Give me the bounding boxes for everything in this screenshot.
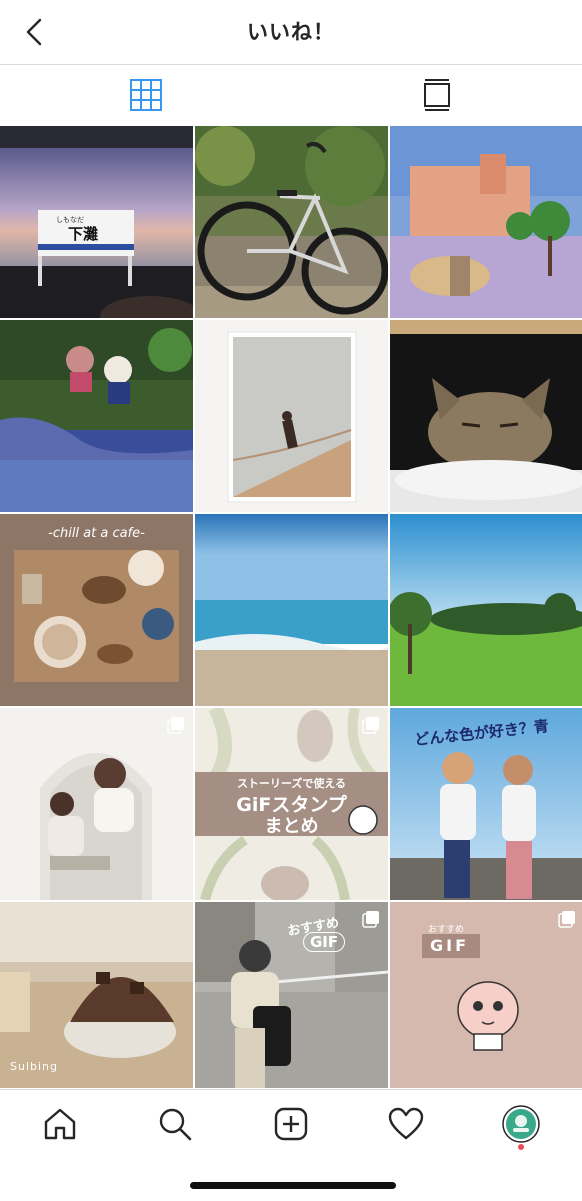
gif-card-line1: ストーリーズで使える [236, 777, 347, 790]
view-tabs [0, 65, 582, 125]
nav-create[interactable] [271, 1104, 311, 1144]
painting-photo [390, 126, 582, 318]
liked-posts-grid: しもなだ 下灘 -chill at a cafe- ストーリーズで使える GiF… [0, 126, 582, 1088]
multiple-photos-icon [558, 911, 575, 928]
dessert-caption: Sulbing [10, 1060, 59, 1073]
post-thumbnail[interactable]: しもなだ 下灘 [0, 126, 193, 318]
post-thumbnail[interactable] [195, 514, 388, 706]
nav-profile[interactable] [501, 1104, 541, 1144]
post-thumbnail[interactable]: おすすめ GIF [195, 902, 388, 1088]
post-thumbnail[interactable] [0, 708, 193, 900]
home-indicator [190, 1182, 396, 1189]
home-icon [44, 1108, 76, 1140]
page-title: いいね！ [247, 20, 335, 44]
cat-photo [390, 320, 582, 512]
post-thumbnail[interactable]: どんな色が好き？青 [390, 708, 582, 900]
badge-bottom-text: GIF [303, 932, 346, 952]
grid-icon [129, 79, 162, 111]
multiple-photos-icon [362, 911, 379, 928]
add-post-icon [274, 1107, 308, 1141]
park-photo [390, 514, 582, 706]
post-thumbnail[interactable]: Sulbing [0, 902, 193, 1088]
post-thumbnail[interactable] [390, 126, 582, 318]
post-thumbnail[interactable] [390, 320, 582, 512]
station-name: 下灘 [68, 225, 99, 243]
profile-avatar-icon [502, 1105, 540, 1143]
post-thumbnail[interactable] [0, 320, 193, 512]
arch-photo [0, 708, 193, 900]
tab-grid-view[interactable] [0, 65, 291, 125]
nav-search[interactable] [155, 1104, 195, 1144]
multiple-photos-icon [362, 717, 379, 734]
cafe-collage-photo [0, 514, 193, 706]
post-thumbnail[interactable]: -chill at a cafe- [0, 514, 193, 706]
peach-sticker-card [390, 902, 582, 1088]
cafe-caption: -chill at a cafe- [48, 526, 145, 541]
nav-home[interactable] [40, 1104, 80, 1144]
peach-card-big: GIF [430, 936, 470, 955]
tab-feed-view[interactable] [291, 65, 582, 125]
notification-dot [518, 1144, 524, 1150]
post-thumbnail[interactable] [195, 320, 388, 512]
post-thumbnail[interactable] [390, 514, 582, 706]
game-screenshot [0, 320, 193, 512]
multiple-photos-icon [167, 717, 184, 734]
bicycle-photo [195, 126, 388, 318]
post-thumbnail[interactable]: おすすめ GIF [390, 902, 582, 1088]
post-thumbnail[interactable] [195, 126, 388, 318]
polaroid-photo [195, 320, 388, 512]
nav-activity[interactable] [386, 1104, 426, 1144]
search-icon [159, 1108, 192, 1141]
heart-icon [388, 1107, 424, 1140]
gif-card-line3: まとめ [264, 816, 319, 837]
beach-photo [195, 514, 388, 706]
station-sign-photo [0, 126, 193, 318]
post-thumbnail[interactable]: ストーリーズで使える GiFスタンプ まとめ [195, 708, 388, 900]
peach-card-small: おすすめ [428, 925, 465, 935]
feed-icon [423, 79, 450, 111]
top-bar: いいね！ [0, 0, 582, 65]
